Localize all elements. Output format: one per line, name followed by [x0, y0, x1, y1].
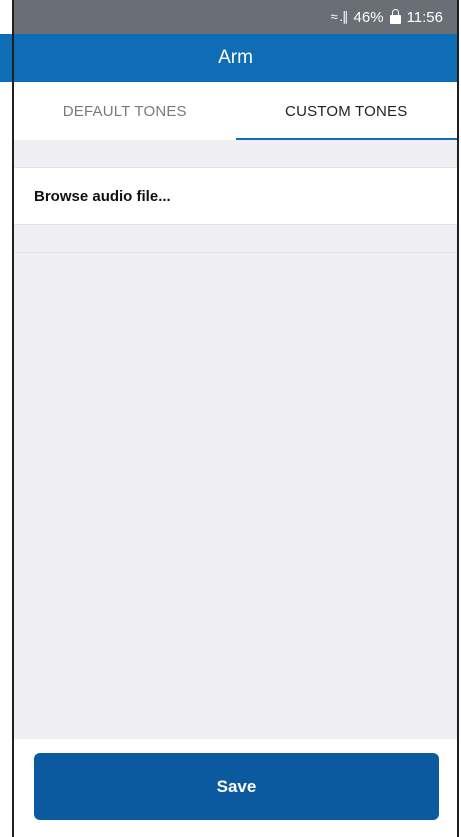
section-spacer [14, 140, 457, 168]
phone-screen: ≈ .∥ 46% 11:56 Arm DEFAULT TONES CUSTOM … [14, 0, 459, 837]
wifi-signal-icon: ≈ .∥ [330, 9, 349, 24]
tab-default-tones[interactable]: DEFAULT TONES [14, 82, 236, 140]
battery-level: 46% [353, 8, 384, 26]
section-spacer [14, 225, 457, 253]
browse-audio-file-label: Browse audio file... [34, 187, 171, 205]
browse-audio-file-item[interactable]: Browse audio file... [14, 168, 457, 225]
tab-custom-tones[interactable]: CUSTOM TONES [235, 82, 458, 140]
background-app-bar-fragment [0, 34, 12, 82]
app-bar: Arm [14, 34, 457, 82]
save-button[interactable]: Save [34, 753, 439, 820]
clock: 11:56 [406, 8, 443, 26]
tones-content: Browse audio file... [14, 140, 457, 740]
page-title: Arm [218, 47, 253, 68]
tab-bar: DEFAULT TONES CUSTOM TONES [14, 82, 457, 140]
status-bar: ≈ .∥ 46% 11:56 [14, 0, 457, 34]
background-window-edge [0, 0, 14, 837]
footer: Save [14, 739, 457, 837]
battery-icon [389, 8, 401, 24]
